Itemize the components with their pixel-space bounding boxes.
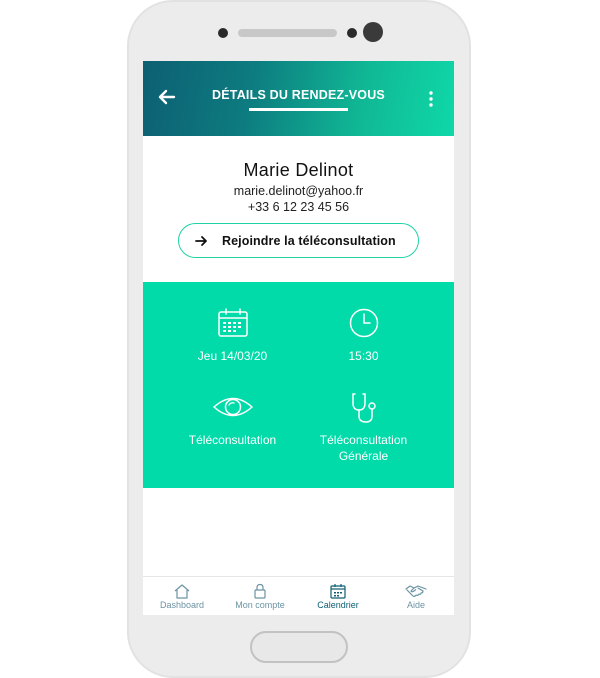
tab-aide[interactable]: Aide <box>377 577 454 610</box>
tab-calendrier[interactable]: Calendrier <box>299 577 377 610</box>
more-vertical-icon[interactable] <box>424 89 438 109</box>
handshake-icon <box>405 585 427 597</box>
time-label: 15:30 <box>348 349 379 363</box>
app-header: DÉTAILS DU RENDEZ-VOUS <box>143 61 454 136</box>
speaker-grille <box>238 29 337 37</box>
join-teleconsultation-button[interactable]: Rejoindre la téléconsultation <box>178 223 419 258</box>
patient-name: Marie Delinot <box>243 160 354 180</box>
tab-label: Aide <box>406 600 425 610</box>
specialty-line-1: Téléconsultation <box>319 433 408 447</box>
appointment-info-panel: Jeu 14/03/20 15:30 Téléconsultation Télé… <box>143 282 454 488</box>
appointment-time: 15:30 <box>286 308 441 364</box>
tab-label: Dashboard <box>159 600 205 610</box>
home-icon <box>174 584 190 599</box>
specialty-line-2: Générale <box>338 449 389 463</box>
front-camera <box>363 22 383 42</box>
bottom-tab-bar: Dashboard Mon compte Calendrier Aide <box>143 576 454 615</box>
arrow-right-icon <box>195 235 207 246</box>
calendar-icon <box>330 584 346 599</box>
eye-icon <box>212 397 253 417</box>
page-title: DÉTAILS DU RENDEZ-VOUS <box>212 88 385 102</box>
lock-icon <box>254 583 266 599</box>
patient-email[interactable]: marie.delinot@yahoo.fr <box>143 184 454 198</box>
sensor-dot <box>347 28 357 38</box>
patient-card: Marie Delinot marie.delinot@yahoo.fr +33… <box>143 136 454 282</box>
appointment-specialty: Téléconsultation Générale <box>286 392 441 464</box>
sensor-dot <box>218 28 228 38</box>
title-underline <box>249 108 348 111</box>
tab-label: Calendrier <box>317 600 359 610</box>
tab-mon-compte[interactable]: Mon compte <box>221 577 299 610</box>
patient-phone[interactable]: +33 6 12 23 45 56 <box>143 200 454 214</box>
tab-dashboard[interactable]: Dashboard <box>143 577 221 610</box>
tab-label: Mon compte <box>235 600 285 610</box>
join-button-label: Rejoindre la téléconsultation <box>222 233 396 248</box>
calendar-icon <box>217 308 248 337</box>
home-button[interactable] <box>250 631 348 663</box>
specialty-label: Téléconsultation Générale <box>286 432 441 464</box>
arrow-left-icon[interactable] <box>157 87 177 107</box>
stethoscope-icon <box>351 393 376 423</box>
app-screen: DÉTAILS DU RENDEZ-VOUS Marie Delinot mar… <box>143 61 454 615</box>
clock-icon <box>349 308 378 338</box>
